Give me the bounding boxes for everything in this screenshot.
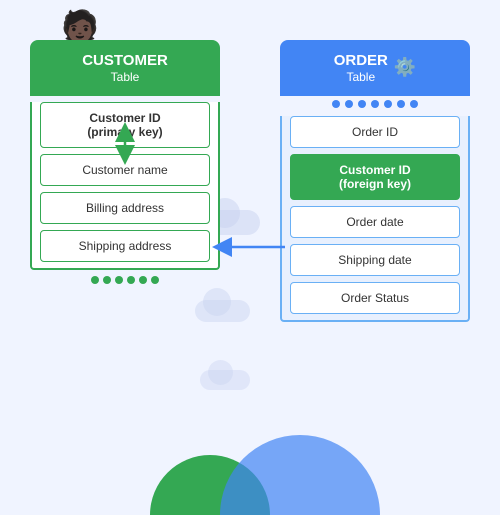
order-dot-3 <box>358 100 366 108</box>
shipping-date-field: Shipping date <box>290 244 460 276</box>
cloud-decoration-2 <box>195 300 250 322</box>
order-dot-6 <box>397 100 405 108</box>
customer-table: CUSTOMER Table Customer ID(primary key) … <box>30 40 220 290</box>
billing-address-field: Billing address <box>40 192 210 224</box>
customer-table-fields: Customer ID(primary key) Customer name B… <box>30 102 220 270</box>
customer-id-field: Customer ID(primary key) <box>40 102 210 148</box>
dot-4 <box>127 276 135 284</box>
customer-table-header: CUSTOMER Table <box>30 40 220 96</box>
order-table-title: ORDER Table <box>334 52 388 84</box>
order-table-dots-top <box>280 96 470 110</box>
order-table: ORDER Table ⚙️ Order ID Customer ID(fore… <box>280 40 470 322</box>
order-table-header: ORDER Table ⚙️ <box>280 40 470 96</box>
order-dot-5 <box>384 100 392 108</box>
customer-table-subtitle: Table <box>40 70 210 84</box>
gear-icon: ⚙️ <box>394 57 416 79</box>
bottom-blue-shape <box>220 435 380 515</box>
dot-1 <box>91 276 99 284</box>
order-date-field: Order date <box>290 206 460 238</box>
order-status-field: Order Status <box>290 282 460 314</box>
customer-name-field: Customer name <box>40 154 210 186</box>
dot-5 <box>139 276 147 284</box>
cloud-decoration-3 <box>200 370 250 390</box>
dot-2 <box>103 276 111 284</box>
order-id-field: Order ID <box>290 116 460 148</box>
order-dot-7 <box>410 100 418 108</box>
order-table-fields: Order ID Customer ID(foreign key) Order … <box>280 116 470 322</box>
order-customer-id-field: Customer ID(foreign key) <box>290 154 460 200</box>
order-dot-4 <box>371 100 379 108</box>
order-dot-1 <box>332 100 340 108</box>
customer-table-title: CUSTOMER <box>40 52 210 70</box>
order-dot-2 <box>345 100 353 108</box>
shipping-address-field: Shipping address <box>40 230 210 262</box>
dot-6 <box>151 276 159 284</box>
customer-table-dots <box>30 270 220 290</box>
dot-3 <box>115 276 123 284</box>
